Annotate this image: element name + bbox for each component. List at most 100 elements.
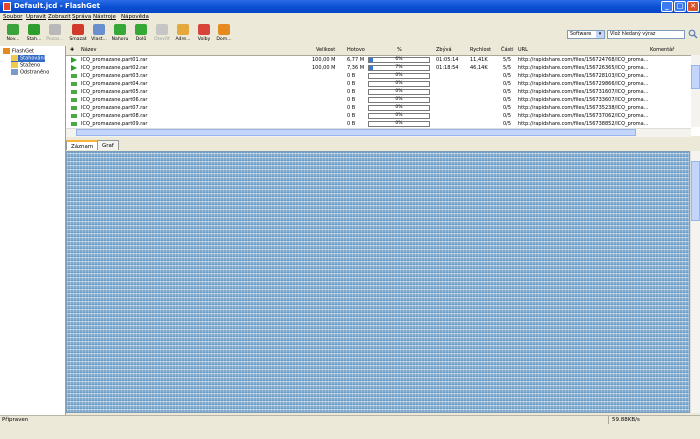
cell-parts: 0/5 (503, 113, 512, 119)
cell-remaining: 01:18:54 (436, 65, 459, 71)
tree-item-2[interactable]: Staženo (11, 62, 40, 69)
list-scrollbar-thumb[interactable] (691, 65, 700, 89)
flashget-icon (3, 48, 10, 54)
column-header-percent[interactable]: % (397, 47, 402, 53)
table-row[interactable]: ICQ_promazane.part05.rar 0 B 0/5 http://rap… (66, 88, 690, 96)
progress-bar: 0% (368, 105, 430, 111)
cell-url: http://rapidshare.com/files/156735238/IC… (518, 105, 649, 111)
tree-item-label: Stahování (20, 55, 46, 62)
table-row[interactable]: ICQ_promazane.part03.rar 0 B 0/5 http://rap… (66, 72, 690, 80)
total-speed: 59.88KB/s (608, 416, 700, 424)
toolbar-button-label: Nahoru (111, 37, 129, 42)
waiting-icon (71, 122, 77, 126)
cell-done: 6,77 M (347, 57, 365, 63)
downloading-folder-icon (11, 55, 18, 61)
menu-sprava[interactable]: Správa (72, 14, 91, 20)
tree-item-3[interactable]: Odstraněno (11, 69, 49, 76)
status-text: Připraven (2, 417, 29, 423)
cell-parts: 0/5 (503, 81, 512, 87)
cell-url: http://rapidshare.com/files/156737062/IC… (518, 113, 649, 119)
menu-zobrazit[interactable]: Zobrazit (48, 14, 71, 20)
table-row[interactable]: ICQ_promazane.part04.rar 0 B 0/5 http://rap… (66, 80, 690, 88)
table-row[interactable]: ICQ_promazane.part01.rar 100,00 M 6,77 M 01… (66, 56, 690, 64)
download-list: ✚ Název Velikost Hotovo % Zbývá Rychlost… (66, 46, 700, 137)
column-header-remaining[interactable]: Zbývá (436, 47, 452, 53)
column-header-done[interactable]: Hotovo (347, 47, 365, 53)
tab-graph[interactable]: Graf (97, 140, 119, 150)
cell-url: http://rapidshare.com/files/156733607/IC… (518, 97, 649, 103)
cell-url: http://rapidshare.com/files/156726365/IC… (518, 65, 649, 71)
list-horizontal-scrollbar[interactable] (66, 128, 691, 137)
cell-size: 100,00 M (312, 65, 336, 71)
cell-speed: 46,14K (470, 65, 488, 71)
close-button[interactable]: ✕ (687, 1, 699, 12)
down-arrow-icon (135, 24, 147, 35)
progress-bar: 0% (368, 113, 430, 119)
column-header-url[interactable]: URL (518, 47, 528, 53)
maximize-button[interactable]: □ (674, 1, 686, 12)
list-vertical-scrollbar[interactable] (691, 55, 700, 127)
toolbar-button-4[interactable]: Vlast... (89, 23, 109, 45)
table-row[interactable]: ICQ_promazane.part06.rar 0 B 0/5 http://rap… (66, 96, 690, 104)
cell-url: http://rapidshare.com/files/156729866/IC… (518, 81, 649, 87)
progress-bar: 0% (368, 81, 430, 87)
menu-napoveda[interactable]: Nápověda (121, 14, 149, 20)
table-row[interactable]: ICQ_promazane.part07.rar 0 B 0/5 http://rap… (66, 104, 690, 112)
toolbar-button-9[interactable]: Volby (194, 23, 214, 45)
search-input[interactable]: Vlož hledaný výraz (607, 30, 685, 39)
progress-label: 0% (395, 81, 403, 86)
progress-bar: 6% (368, 57, 430, 63)
column-header-comment[interactable]: Komentář (650, 47, 674, 53)
minimize-button[interactable]: _ (661, 1, 673, 12)
toolbar-button-10[interactable]: Dom... (214, 23, 234, 45)
toolbar-button-8[interactable]: Adre... (173, 23, 193, 45)
tree-item-0[interactable]: FlashGet (3, 48, 34, 55)
cell-parts: 5/5 (503, 57, 512, 63)
cell-parts: 0/5 (503, 121, 512, 127)
cell-name: ICQ_promazane.part07.rar (81, 105, 148, 111)
menu-nastroje[interactable]: Nástroje (93, 14, 116, 20)
progress-label: 0% (395, 89, 403, 94)
table-row[interactable]: ICQ_promazane.part02.rar 100,00 M 7,36 M 01… (66, 64, 690, 72)
progress-label: 7% (395, 65, 403, 70)
tab-log[interactable]: Záznam (66, 140, 99, 150)
column-header-parts[interactable]: Části (501, 47, 514, 53)
toolbar-button-5[interactable]: Nahoru (110, 23, 130, 45)
cell-done: 0 B (347, 105, 356, 111)
pause-icon (49, 24, 61, 35)
title-bar: Default.jcd - FlashGet _ □ ✕ (0, 0, 700, 13)
menu-upravit[interactable]: Upravit (26, 14, 46, 20)
toolbar-button-1[interactable]: Stah... (24, 23, 44, 45)
progress-bar: 0% (368, 121, 430, 127)
toolbar-button-label: Otevřít (154, 37, 170, 42)
cell-parts: 0/5 (503, 105, 512, 111)
log-scrollbar-thumb[interactable] (691, 161, 700, 221)
log-scrollbar[interactable] (690, 151, 700, 413)
tree-item-1[interactable]: Stahování (11, 55, 46, 62)
list-hscrollbar-thumb[interactable] (76, 129, 636, 136)
column-header-size[interactable]: Velikost (316, 47, 335, 53)
header-status-icon[interactable]: ✚ (70, 47, 74, 53)
play-icon (71, 57, 77, 63)
cell-parts: 0/5 (503, 89, 512, 95)
search-category-select[interactable]: Software ▾ (567, 30, 605, 39)
category-tree: FlashGet Stahování Staženo Odstraněno (0, 46, 66, 415)
progress-label: 0% (395, 97, 403, 102)
search-category-value: Software (570, 32, 592, 37)
column-header-speed[interactable]: Rychlost (470, 47, 491, 53)
toolbar-button-label: Adre... (175, 37, 191, 42)
search-icon[interactable] (688, 29, 698, 39)
column-header-name[interactable]: Název (81, 47, 96, 53)
delete-icon (72, 24, 84, 35)
menu-soubor[interactable]: Soubor (3, 14, 22, 20)
cell-name: ICQ_promazane.part06.rar (81, 97, 148, 103)
chevron-down-icon[interactable]: ▾ (596, 31, 604, 38)
toolbar-button-0[interactable]: Nov... (3, 23, 23, 45)
new-download-icon (7, 24, 19, 35)
downloaded-folder-icon (11, 62, 18, 68)
table-row[interactable]: ICQ_promazane.part08.rar 0 B 0/5 http://rap… (66, 112, 690, 120)
toolbar-button-6[interactable]: Dolů (131, 23, 151, 45)
toolbar-button-3[interactable]: Smazat (68, 23, 88, 45)
waiting-icon (71, 74, 77, 78)
table-row[interactable]: ICQ_promazane.part09.rar 0 B 0/5 http://rap… (66, 120, 690, 128)
